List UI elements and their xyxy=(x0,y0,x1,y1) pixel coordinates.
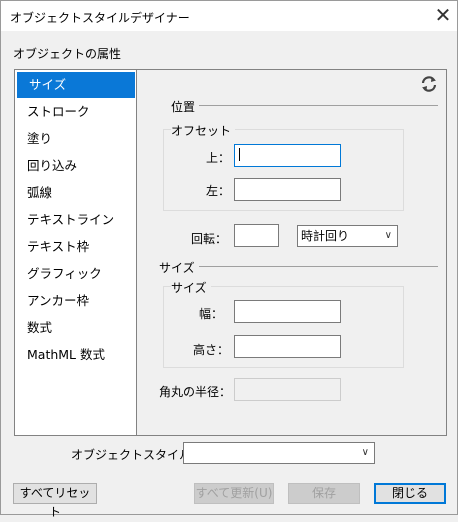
sidebar-item-label: テキスト枠 xyxy=(27,239,90,254)
sidebar-item-label: グラフィック xyxy=(27,266,102,281)
title-bar: オブジェクトスタイルデザイナー ✕ xyxy=(1,1,457,31)
position-title: 位置 xyxy=(171,98,200,115)
rotation-label: 回転： xyxy=(191,232,228,246)
sidebar-item-fill[interactable]: 塗り xyxy=(15,126,136,152)
rotation-direction-value: 時計回り xyxy=(301,229,350,243)
sidebar-item-text-line[interactable]: テキストライン xyxy=(15,207,136,233)
object-style-select[interactable]: ∨ xyxy=(183,442,375,464)
window-title: オブジェクトスタイルデザイナー xyxy=(10,11,190,25)
section-label: オブジェクトの属性 xyxy=(13,47,122,61)
close-icon[interactable]: ✕ xyxy=(431,3,455,27)
chevron-down-icon: ∨ xyxy=(361,447,369,458)
text-caret xyxy=(239,148,240,161)
sidebar-item-mathml[interactable]: MathML 数式 xyxy=(15,342,136,368)
size-divider xyxy=(181,266,438,267)
width-input[interactable] xyxy=(234,300,341,323)
corner-radius-input[interactable] xyxy=(234,378,341,401)
size-group-title: サイズ xyxy=(171,279,211,296)
save-button[interactable]: 保存 xyxy=(288,483,360,504)
refresh-icon[interactable] xyxy=(419,74,439,94)
width-label: 幅： xyxy=(199,307,224,321)
top-label: 上： xyxy=(206,151,231,165)
sidebar-item-arc[interactable]: 弧線 xyxy=(15,180,136,206)
sidebar-item-label: アンカー枠 xyxy=(27,293,90,308)
dialog-window: オブジェクトスタイルデザイナー ✕ オブジェクトの属性 サイズ ストローク 塗り… xyxy=(0,0,458,519)
corner-radius-label: 角丸の半径： xyxy=(159,385,232,399)
chevron-down-icon: ∨ xyxy=(384,230,392,241)
sidebar-item-label: 回り込み xyxy=(27,158,78,173)
height-label: 高さ： xyxy=(193,343,230,357)
sidebar-item-wrap[interactable]: 回り込み xyxy=(15,153,136,179)
rotation-input[interactable] xyxy=(234,224,279,247)
close-button[interactable]: 閉じる xyxy=(374,483,446,504)
sidebar-item-label: テキストライン xyxy=(27,212,115,227)
sidebar-item-stroke[interactable]: ストローク xyxy=(15,99,136,125)
offset-title: オフセット xyxy=(171,122,236,139)
sidebar-item-label: 塗り xyxy=(27,131,53,146)
sidebar-item-label: MathML 数式 xyxy=(27,347,105,362)
sidebar-item-label: 弧線 xyxy=(27,185,53,200)
sidebar-item-graphic[interactable]: グラフィック xyxy=(15,261,136,287)
position-divider xyxy=(176,105,438,106)
sidebar-item-anchor-frame[interactable]: アンカー枠 xyxy=(15,288,136,314)
reset-all-button[interactable]: すべてリセット xyxy=(13,483,97,519)
left-offset-input[interactable] xyxy=(234,178,341,201)
sidebar-item-size[interactable]: サイズ xyxy=(17,72,135,98)
attribute-list: サイズ ストローク 塗り 回り込み 弧線 テキストライン テキスト枠 グラフィッ… xyxy=(14,69,137,436)
rotation-direction-select[interactable]: 時計回り ∨ xyxy=(297,225,398,247)
sidebar-item-label: 数式 xyxy=(27,320,53,335)
sidebar-item-text-frame[interactable]: テキスト枠 xyxy=(15,234,136,260)
top-offset-input[interactable] xyxy=(234,144,341,167)
sidebar-item-label: サイズ xyxy=(29,77,67,92)
size-title: サイズ xyxy=(159,259,199,276)
sidebar-item-equation[interactable]: 数式 xyxy=(15,315,136,341)
update-all-button[interactable]: すべて更新(U) xyxy=(194,483,274,504)
height-input[interactable] xyxy=(234,335,341,358)
left-label: 左： xyxy=(206,184,231,198)
sidebar-item-label: ストローク xyxy=(27,104,90,119)
